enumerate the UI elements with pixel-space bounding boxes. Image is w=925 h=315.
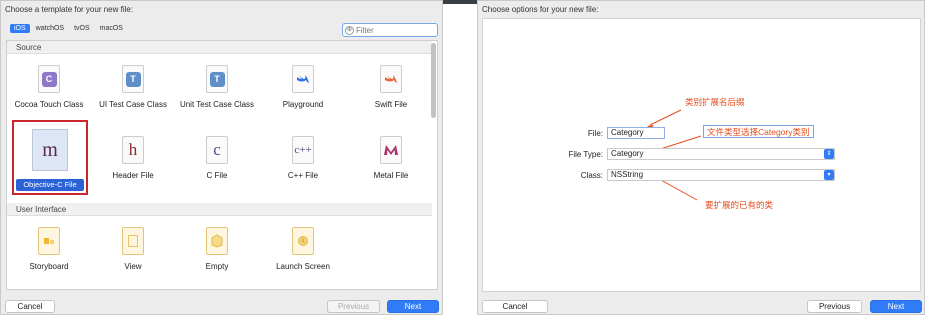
template-cpp-file[interactable]: c++ C++ File [263, 135, 343, 181]
file-type-label: File Type: [568, 150, 603, 159]
annotation-file-suffix: 类别扩展名后缀 [685, 97, 745, 107]
file-options-panel: Choose options for your new file: File: … [477, 0, 925, 315]
template-list[interactable]: Source C Cocoa Touch Class T UI Test Cas… [6, 40, 438, 290]
cancel-button[interactable]: Cancel [5, 300, 55, 313]
unit-test-case-icon: T [206, 65, 228, 93]
header-file-icon: h [122, 136, 144, 164]
section-header-user-interface: User Interface [7, 203, 432, 216]
template-c-file[interactable]: c C File [177, 135, 257, 181]
window-edge [443, 0, 477, 4]
template-storyboard[interactable]: Storyboard [9, 226, 89, 272]
selected-template-label: Objective-C File [16, 179, 84, 191]
filter-icon: ⊕ [345, 25, 354, 35]
cpp-file-icon: c++ [292, 136, 314, 164]
previous-button[interactable]: Previous [807, 300, 862, 313]
section-header-source: Source [7, 41, 432, 54]
panel-title: Choose a template for your new file: [5, 5, 134, 14]
ui-test-case-icon: T [122, 65, 144, 93]
panel-title: Choose options for your new file: [482, 5, 599, 14]
template-swift-file[interactable]: Swift File [351, 64, 431, 110]
chevron-updown-icon: ⇕ [824, 149, 834, 159]
template-header-file[interactable]: h Header File [93, 135, 173, 181]
next-button[interactable]: Next [387, 300, 439, 313]
template-metal-file[interactable]: Metal File [351, 135, 431, 181]
file-label: File: [587, 129, 603, 138]
template-ui-test-case-class[interactable]: T UI Test Case Class [93, 64, 173, 110]
tab-watchos[interactable]: watchOS [32, 24, 68, 33]
file-name-input[interactable]: Category [607, 127, 665, 139]
objective-c-file-icon: m [32, 129, 68, 171]
file-type-select[interactable]: Category ⇕ [607, 148, 835, 160]
template-playground[interactable]: Playground [263, 64, 343, 110]
view-icon [122, 227, 144, 255]
template-empty[interactable]: Empty [177, 226, 257, 272]
template-view[interactable]: View [93, 226, 173, 272]
previous-button[interactable]: Previous [327, 300, 380, 313]
template-cocoa-touch-class[interactable]: C Cocoa Touch Class [9, 64, 89, 110]
platform-tabs: iOS watchOS tvOS macOS [10, 24, 127, 33]
storyboard-icon [38, 227, 60, 255]
template-unit-test-case-class[interactable]: T Unit Test Case Class [177, 64, 257, 110]
chevron-down-icon: ▾ [824, 170, 834, 180]
metal-file-icon [380, 136, 402, 164]
scrollbar[interactable] [431, 43, 436, 118]
template-objective-c-file-highlight[interactable]: m Objective-C File [12, 120, 88, 195]
template-chooser-panel: Choose a template for your new file: iOS… [0, 0, 443, 315]
template-launch-screen[interactable]: Launch Screen [263, 226, 343, 272]
filter-field[interactable]: ⊕ [342, 23, 438, 37]
empty-icon [206, 227, 228, 255]
next-button[interactable]: Next [870, 300, 922, 313]
options-form: File: Category File Type: Category ⇕ Cla… [482, 18, 921, 292]
annotation-file-type: 文件类型选择Category类别 [703, 125, 814, 138]
cocoa-touch-class-icon: C [38, 65, 60, 93]
cancel-button[interactable]: Cancel [482, 300, 548, 313]
tab-macos[interactable]: macOS [96, 24, 127, 33]
playground-icon [292, 65, 314, 93]
annotation-class: 要扩展的已有的类 [705, 200, 774, 210]
launch-screen-icon [292, 227, 314, 255]
c-file-icon: c [206, 136, 228, 164]
filter-input[interactable] [356, 25, 434, 35]
class-label: Class: [580, 171, 603, 180]
swift-file-icon [380, 65, 402, 93]
tab-tvos[interactable]: tvOS [70, 24, 94, 33]
tab-ios[interactable]: iOS [10, 24, 30, 33]
class-input[interactable]: NSString ▾ [607, 169, 835, 181]
